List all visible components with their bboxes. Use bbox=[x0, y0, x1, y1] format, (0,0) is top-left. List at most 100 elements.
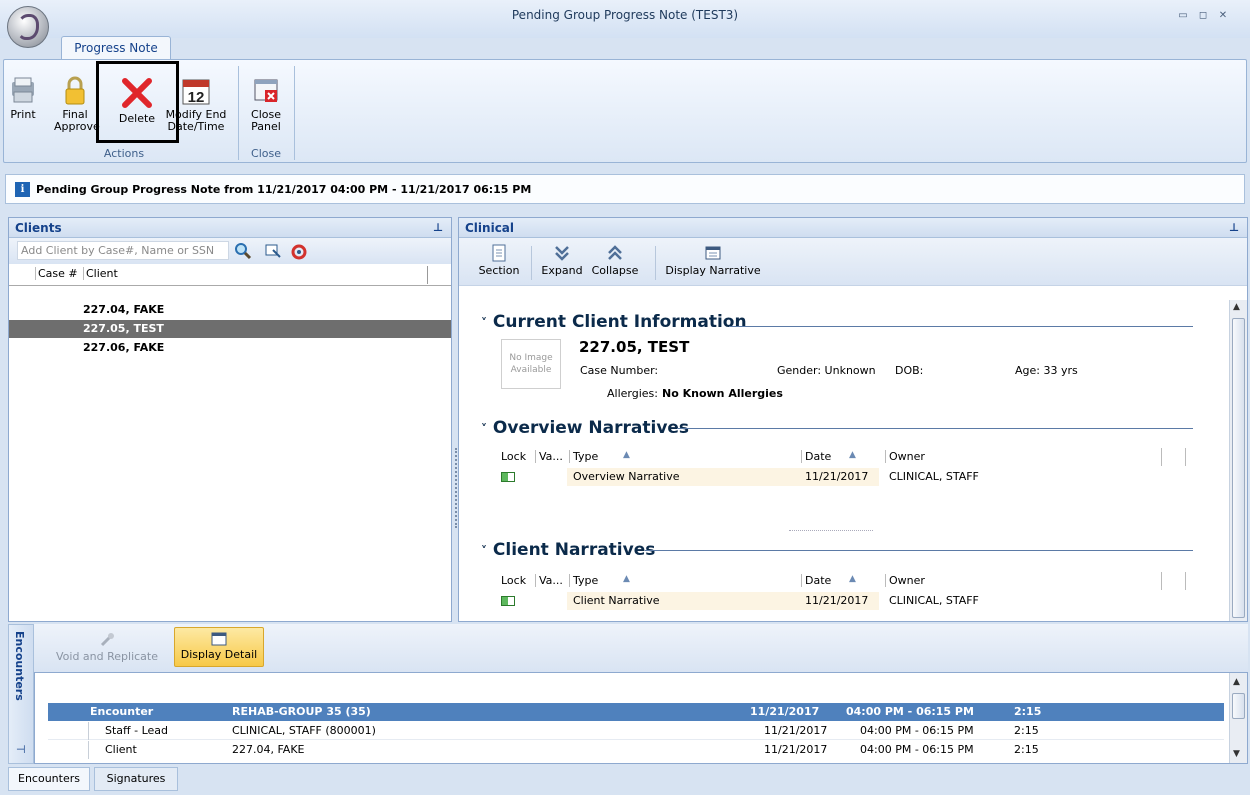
col-va[interactable]: Va... bbox=[535, 450, 563, 463]
client-narratives-header[interactable]: ˅ Client Narratives bbox=[481, 540, 655, 560]
client-refresh-icon[interactable] bbox=[290, 242, 308, 260]
row-time: 04:00 PM - 06:15 PM bbox=[860, 724, 974, 737]
tab-encounters[interactable]: Encounters bbox=[8, 767, 90, 791]
col-client[interactable]: Client bbox=[83, 267, 118, 280]
ribbon-separator bbox=[238, 66, 239, 160]
client-narrative-row[interactable]: Client Narrative 11/21/2017 CLINICAL, ST… bbox=[499, 592, 1185, 610]
close-group-label: Close bbox=[251, 147, 281, 160]
close-panel-button[interactable]: Close Panel bbox=[244, 76, 288, 133]
row-label: Client bbox=[105, 743, 137, 756]
scroll-down-icon[interactable]: ▼ bbox=[1233, 749, 1240, 759]
printer-icon bbox=[12, 77, 34, 103]
pin-icon[interactable]: ⊥ bbox=[1229, 218, 1239, 238]
clinical-scrollbar[interactable]: ▲ bbox=[1229, 300, 1247, 621]
gender-text: Gender: Unknown bbox=[777, 364, 876, 377]
ribbon-separator bbox=[294, 66, 295, 160]
encounter-label: Encounter bbox=[90, 705, 154, 718]
toolbar-separator bbox=[655, 246, 656, 280]
tab-signatures[interactable]: Signatures bbox=[94, 767, 178, 791]
client-row[interactable]: 227.04, FAKE bbox=[9, 301, 451, 319]
sort-asc-icon: ▲ bbox=[623, 574, 630, 584]
maximize-icon[interactable]: ◻ bbox=[1196, 10, 1210, 22]
encounter-row[interactable]: Client 227.04, FAKE 11/21/2017 04:00 PM … bbox=[48, 741, 1224, 759]
current-client-header[interactable]: ˅ Current Client Information bbox=[481, 312, 747, 332]
lock-toggle-icon[interactable] bbox=[501, 472, 515, 482]
final-approve-button[interactable]: Final Approve bbox=[54, 76, 100, 133]
print-button[interactable]: Print bbox=[8, 76, 38, 121]
highlight-box bbox=[96, 61, 179, 143]
narrative-window-icon bbox=[705, 246, 721, 260]
col-type[interactable]: Type bbox=[569, 574, 598, 587]
allergies-value: No Known Allergies bbox=[662, 387, 783, 400]
overview-narrative-row[interactable]: Overview Narrative 11/21/2017 CLINICAL, … bbox=[499, 468, 1185, 486]
calendar-icon: 12 bbox=[182, 79, 210, 106]
allergies-label: Allergies: bbox=[607, 387, 658, 400]
row-time: 04:00 PM - 06:15 PM bbox=[860, 743, 974, 756]
sort-asc-icon: ▲ bbox=[849, 450, 856, 460]
scrollbar-thumb[interactable] bbox=[1232, 318, 1245, 618]
col-date[interactable]: Date bbox=[801, 574, 831, 587]
tab-progress-note[interactable]: Progress Note bbox=[61, 36, 171, 60]
client-narratives-grid-header: Lock Va... Type ▲ Date ▲ Owner bbox=[499, 570, 1186, 590]
final-approve-label-2: Approve bbox=[54, 120, 100, 133]
clinical-toolbar: Section Expand Collapse Display Narrativ… bbox=[459, 238, 1247, 286]
encounter-row[interactable]: Staff - Lead CLINICAL, STAFF (800001) 11… bbox=[48, 722, 1224, 740]
encounters-side-title: Encounters bbox=[13, 631, 26, 701]
info-icon: i bbox=[15, 182, 30, 197]
client-narratives-title: Client Narratives bbox=[492, 540, 656, 560]
clients-panel-header: Clients ⊥ bbox=[9, 218, 451, 238]
scroll-up-icon[interactable]: ▲ bbox=[1233, 302, 1240, 312]
client-select-icon[interactable] bbox=[264, 242, 282, 260]
client-row-selected[interactable]: 227.05, TEST bbox=[9, 320, 451, 338]
client-row[interactable]: 227.06, FAKE bbox=[9, 339, 451, 357]
row-duration: 2:15 bbox=[1014, 743, 1039, 756]
chevron-down-icon: ˅ bbox=[481, 316, 487, 330]
section-label: Section bbox=[478, 264, 520, 277]
col-va[interactable]: Va... bbox=[535, 574, 563, 587]
expand-button[interactable]: Expand bbox=[537, 244, 587, 277]
encounters-toolbar: Void and Replicate Display Detail bbox=[34, 624, 1248, 672]
collapse-button[interactable]: Collapse bbox=[587, 244, 643, 277]
overview-narratives-header[interactable]: ˅ Overview Narratives bbox=[481, 418, 689, 438]
chevron-down-icon bbox=[555, 246, 569, 261]
col-divider bbox=[427, 266, 428, 284]
lock-toggle-icon[interactable] bbox=[501, 596, 515, 606]
display-narrative-label: Display Narrative bbox=[665, 264, 761, 277]
display-detail-button[interactable]: Display Detail bbox=[174, 627, 264, 667]
client-name: 227.05, TEST bbox=[579, 338, 690, 356]
clients-grid-header: Case # Client bbox=[9, 264, 451, 286]
app-orb-button[interactable] bbox=[7, 6, 49, 48]
scrollbar-thumb[interactable] bbox=[1232, 693, 1245, 719]
void-replicate-button[interactable]: Void and Replicate bbox=[46, 632, 168, 663]
pin-icon[interactable]: ⊥ bbox=[433, 218, 443, 238]
col-date[interactable]: Date bbox=[801, 450, 831, 463]
client-search-icon[interactable] bbox=[234, 242, 252, 260]
encounters-panel: Encounters ⊣ Void and Replicate Display … bbox=[8, 624, 1248, 765]
close-icon[interactable]: ✕ bbox=[1216, 10, 1230, 22]
pin-icon[interactable]: ⊣ bbox=[16, 743, 26, 756]
col-lock[interactable]: Lock bbox=[501, 574, 526, 587]
col-case[interactable]: Case # bbox=[35, 267, 78, 280]
narrative-type: Client Narrative bbox=[573, 594, 660, 607]
col-owner[interactable]: Owner bbox=[885, 574, 925, 587]
toolbar-separator bbox=[531, 246, 532, 280]
narrative-type: Overview Narrative bbox=[573, 470, 680, 483]
scroll-up-icon[interactable]: ▲ bbox=[1233, 677, 1240, 687]
row-name: 227.04, FAKE bbox=[232, 743, 305, 756]
display-narrative-button[interactable]: Display Narrative bbox=[661, 244, 765, 277]
resize-grip[interactable] bbox=[789, 530, 873, 531]
col-type[interactable]: Type bbox=[569, 450, 598, 463]
row-date: 11/21/2017 bbox=[764, 743, 828, 756]
encounters-side-tab[interactable]: Encounters ⊣ bbox=[8, 624, 34, 764]
col-divider bbox=[1185, 572, 1186, 590]
encounter-header-row[interactable]: Encounter REHAB-GROUP 35 (35) 11/21/2017… bbox=[48, 703, 1224, 721]
section-button[interactable]: Section bbox=[477, 244, 521, 277]
col-owner[interactable]: Owner bbox=[885, 450, 925, 463]
void-replicate-label: Void and Replicate bbox=[55, 650, 158, 663]
col-lock[interactable]: Lock bbox=[501, 450, 526, 463]
encounter-duration: 2:15 bbox=[1014, 705, 1042, 718]
clinical-title: Clinical bbox=[465, 221, 515, 235]
add-client-input[interactable]: Add Client by Case#, Name or SSN bbox=[17, 241, 229, 260]
encounters-scrollbar[interactable]: ▲ ▼ bbox=[1229, 673, 1247, 763]
minimize-icon[interactable]: ▭ bbox=[1176, 10, 1190, 22]
